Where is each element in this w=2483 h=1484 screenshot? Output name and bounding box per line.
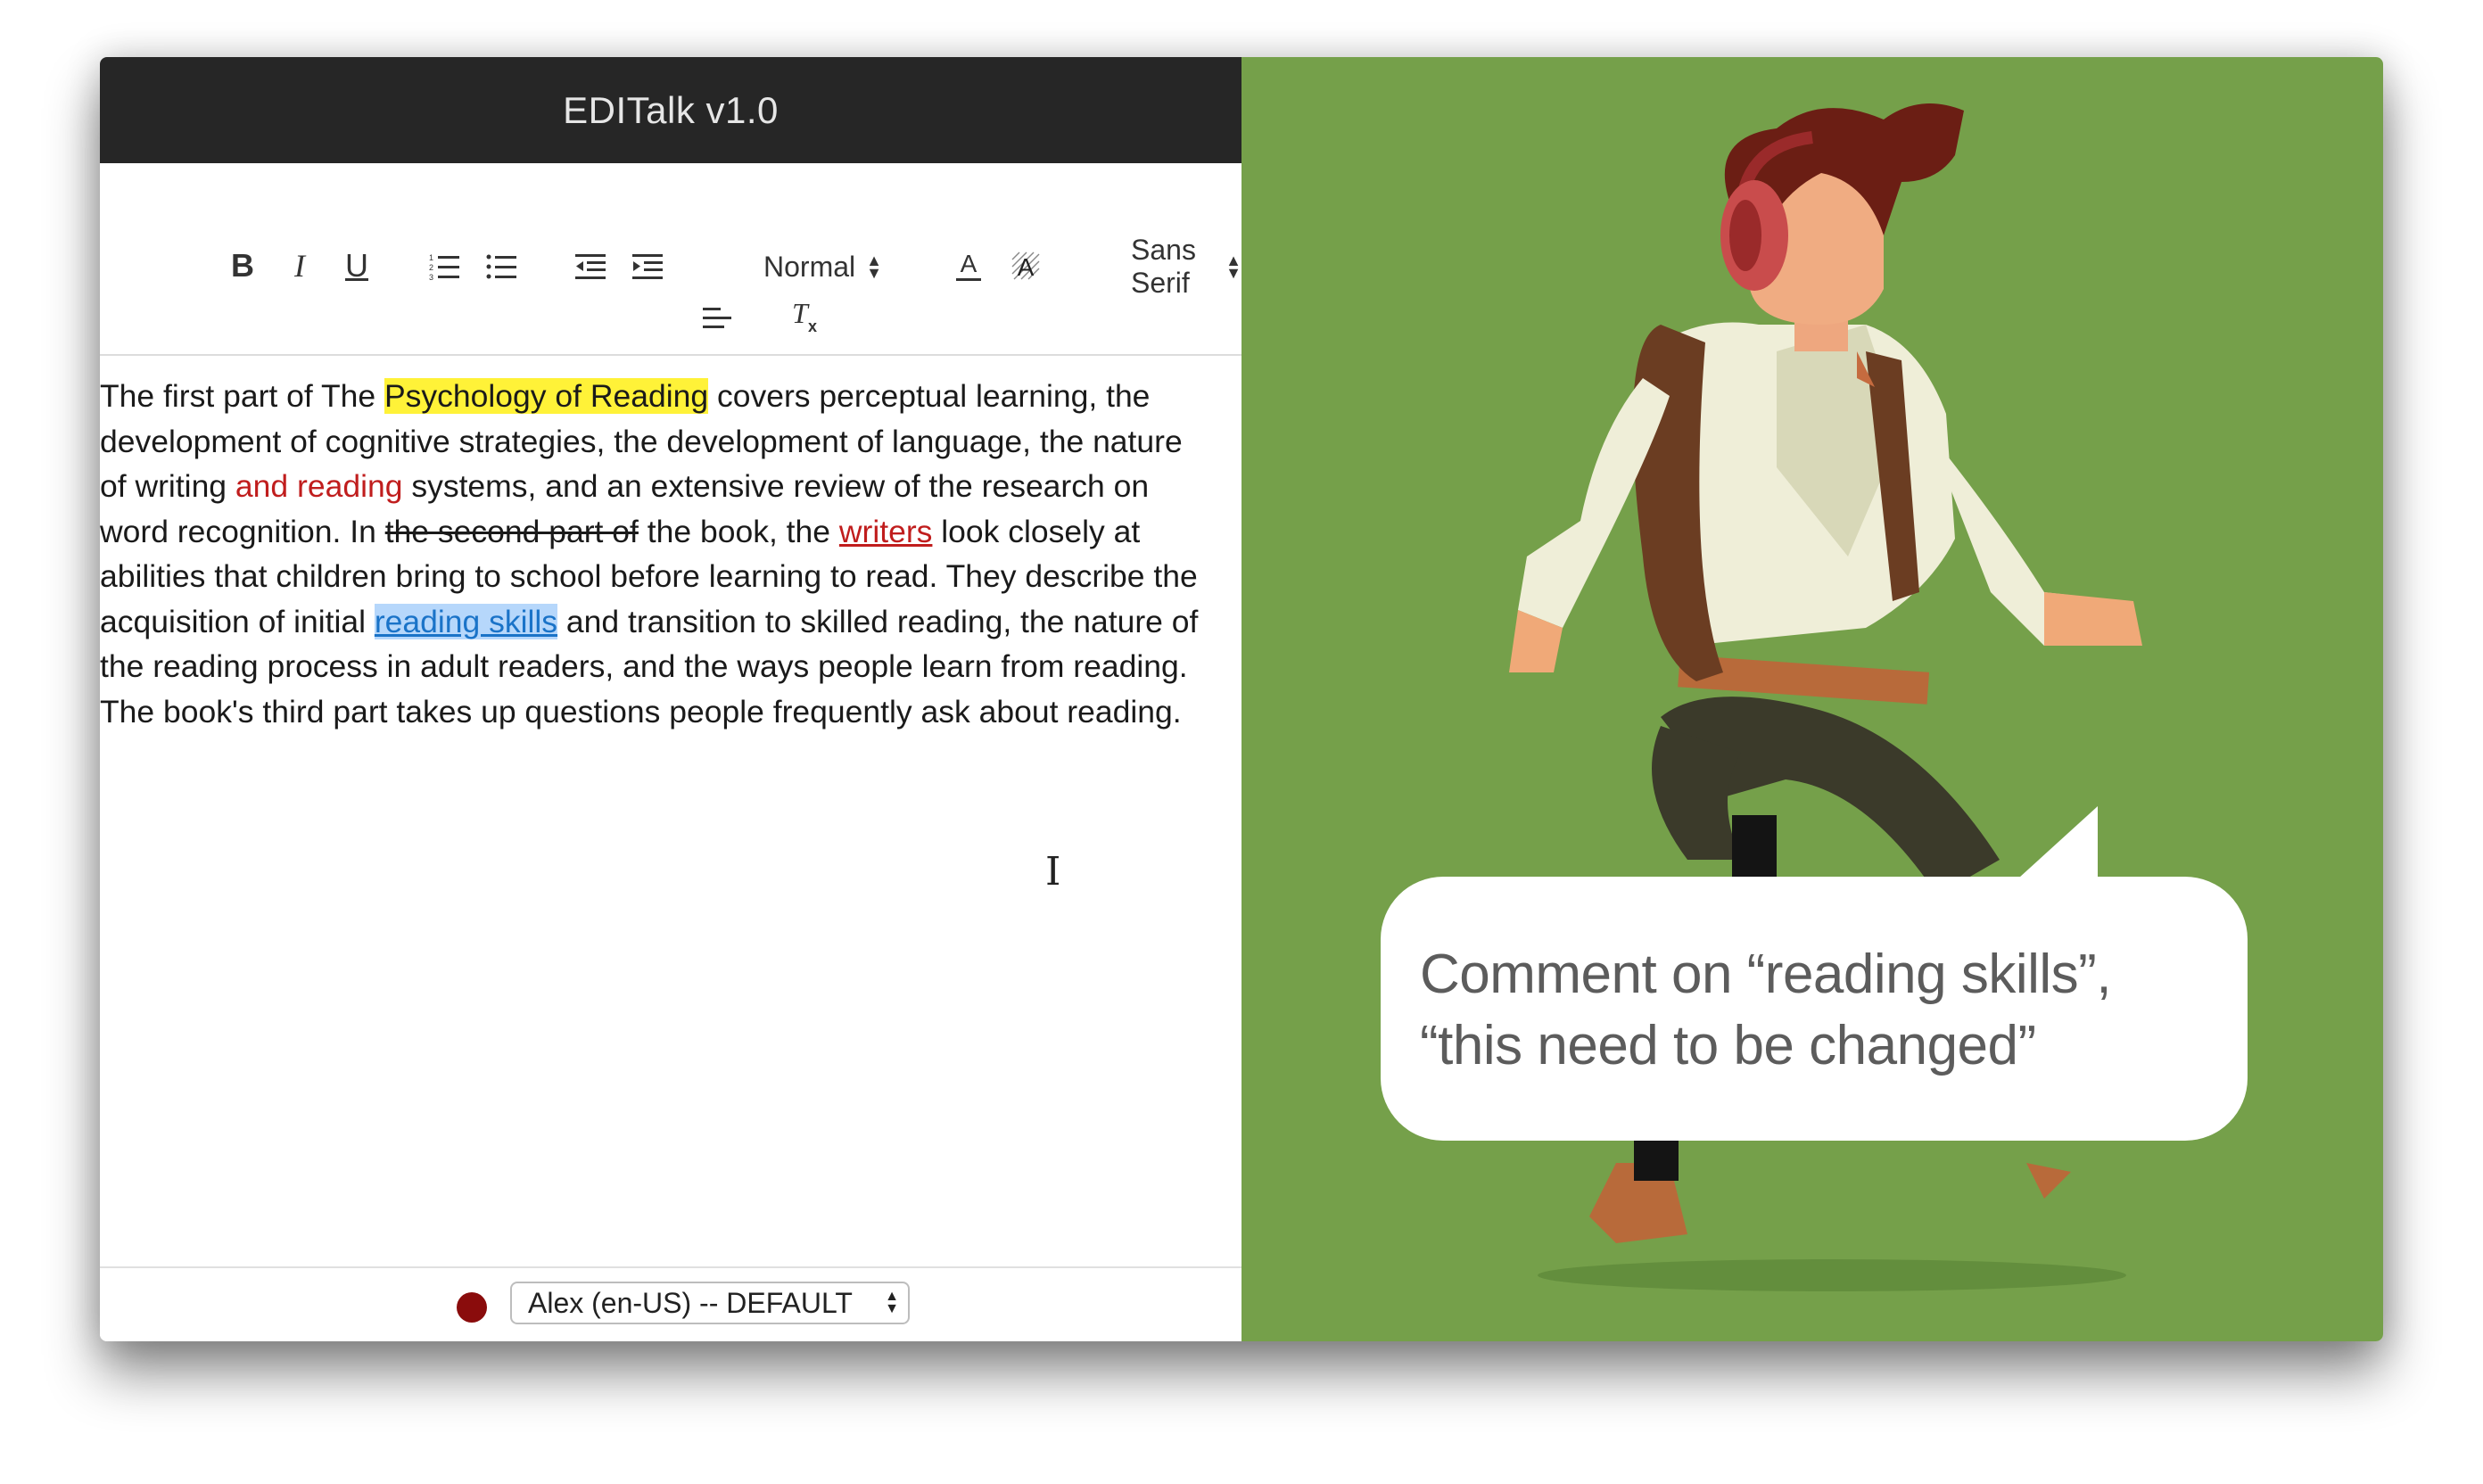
bold-button[interactable]: B: [225, 241, 260, 291]
text-run: abilities that children bring to school …: [100, 558, 1198, 594]
editor-panel: EDITalk v1.0 B I U 1 2 3 Normal ▲ ▼ A A …: [100, 57, 1242, 1341]
text-run: The book's third part takes up questions…: [100, 693, 1182, 730]
updown-arrows-icon: ▲ ▼: [1225, 251, 1242, 282]
svg-text:2: 2: [429, 263, 433, 272]
text-run: and transition to skilled reading, the n…: [557, 603, 1199, 639]
text-color-button[interactable]: A: [949, 245, 988, 288]
header-select-value: Normal: [763, 250, 856, 283]
indent-icon: [632, 254, 663, 279]
document-line: The book's third part takes up questions…: [100, 689, 1242, 735]
text-run: The first part of The: [100, 378, 384, 414]
text-run: word recognition. In: [100, 513, 385, 549]
background-color-icon: A: [1011, 251, 1040, 281]
selected-text: reading skills: [374, 603, 558, 639]
text-cursor-icon: I: [1045, 849, 1061, 895]
voice-select-value: Alex (en-US) -- DEFAULT: [528, 1286, 853, 1319]
align-button[interactable]: [696, 297, 738, 340]
speech-bubble-text: Comment on “reading skills”, “this need …: [1420, 944, 2112, 1076]
app-window: EDITalk v1.0 B I U 1 2 3 Normal ▲ ▼ A A …: [100, 57, 2383, 1341]
speech-bubble: Comment on “reading skills”, “this need …: [1381, 877, 2248, 1141]
document-line: The first part of The Psychology of Read…: [100, 374, 1242, 419]
text-run: acquisition of initial: [100, 603, 375, 639]
align-left-icon: [703, 308, 731, 328]
document-line: acquisition of initial reading skills an…: [100, 599, 1242, 645]
ordered-list-icon: 1 2 3: [429, 253, 459, 282]
red-text: and reading: [235, 468, 403, 504]
text-run: the reading process in adult readers, an…: [100, 648, 1188, 684]
bullet-list-button[interactable]: [482, 247, 521, 286]
title-bar: EDITalk v1.0: [100, 57, 1242, 163]
outdent-icon: [575, 254, 606, 279]
indent-button[interactable]: [628, 247, 667, 286]
italic-label: I: [294, 248, 305, 284]
app-title: EDITalk v1.0: [563, 88, 779, 131]
background-color-button[interactable]: A: [1006, 245, 1045, 288]
text-run: of writing: [100, 468, 235, 504]
bold-label: B: [231, 247, 254, 284]
text-run: development of cognitive strategies, the…: [100, 423, 1183, 459]
underline-button[interactable]: U: [339, 241, 375, 291]
underline-label: U: [345, 247, 368, 284]
header-select[interactable]: Normal ▲ ▼: [763, 245, 882, 288]
document-line: of writing and reading systems, and an e…: [100, 464, 1242, 509]
text-run: the book, the: [638, 513, 839, 549]
svg-text:A: A: [1018, 253, 1035, 281]
clear-formatting-button[interactable]: T x: [785, 293, 828, 340]
dictation-bar: Alex (en-US) -- DEFAULT ▲ ▼: [100, 1266, 1242, 1341]
svg-text:A: A: [961, 250, 978, 277]
red-underlined-text: writers: [838, 513, 933, 549]
clear-formatting-icon: T x: [792, 298, 817, 335]
tutorial-video-panel: Comment on “reading skills”, “this need …: [1242, 57, 2383, 1341]
document-body[interactable]: The first part of The Psychology of Read…: [100, 374, 1242, 734]
svg-text:3: 3: [429, 273, 433, 282]
outdent-button[interactable]: [571, 247, 610, 286]
strikethrough-text: the second part of: [384, 513, 639, 549]
document-line: abilities that children bring to school …: [100, 554, 1242, 599]
bullet-list-icon: [486, 254, 516, 279]
ordered-list-button[interactable]: 1 2 3: [425, 247, 464, 286]
formatting-toolbar: B I U 1 2 3 Normal ▲ ▼ A A Sans Serif ▲ …: [100, 163, 1242, 356]
svg-text:T: T: [792, 298, 810, 329]
document-line: word recognition. In the second part of …: [100, 509, 1242, 555]
text-run: covers perceptual learning, the: [708, 378, 1151, 414]
italic-button[interactable]: I: [282, 241, 318, 291]
updown-arrows-icon: ▲ ▼: [885, 1289, 899, 1316]
text-run: look closely at: [932, 513, 1141, 549]
document-line: development of cognitive strategies, the…: [100, 419, 1242, 465]
voice-select[interactable]: Alex (en-US) -- DEFAULT ▲ ▼: [510, 1282, 910, 1324]
font-select[interactable]: Sans Serif ▲ ▼: [1131, 234, 1242, 299]
highlighted-text: Psychology of Reading: [384, 378, 709, 414]
font-select-value: Sans Serif: [1131, 234, 1196, 299]
updown-arrows-icon: ▲ ▼: [866, 251, 882, 282]
text-run: systems, and an extensive review of the …: [402, 468, 1150, 504]
svg-text:1: 1: [429, 253, 433, 262]
walking-student-illustration: [1509, 103, 2142, 1291]
svg-text:x: x: [808, 317, 817, 335]
record-button[interactable]: [457, 1292, 487, 1323]
document-line: the reading process in adult readers, an…: [100, 644, 1242, 689]
text-color-icon: A: [956, 250, 981, 281]
